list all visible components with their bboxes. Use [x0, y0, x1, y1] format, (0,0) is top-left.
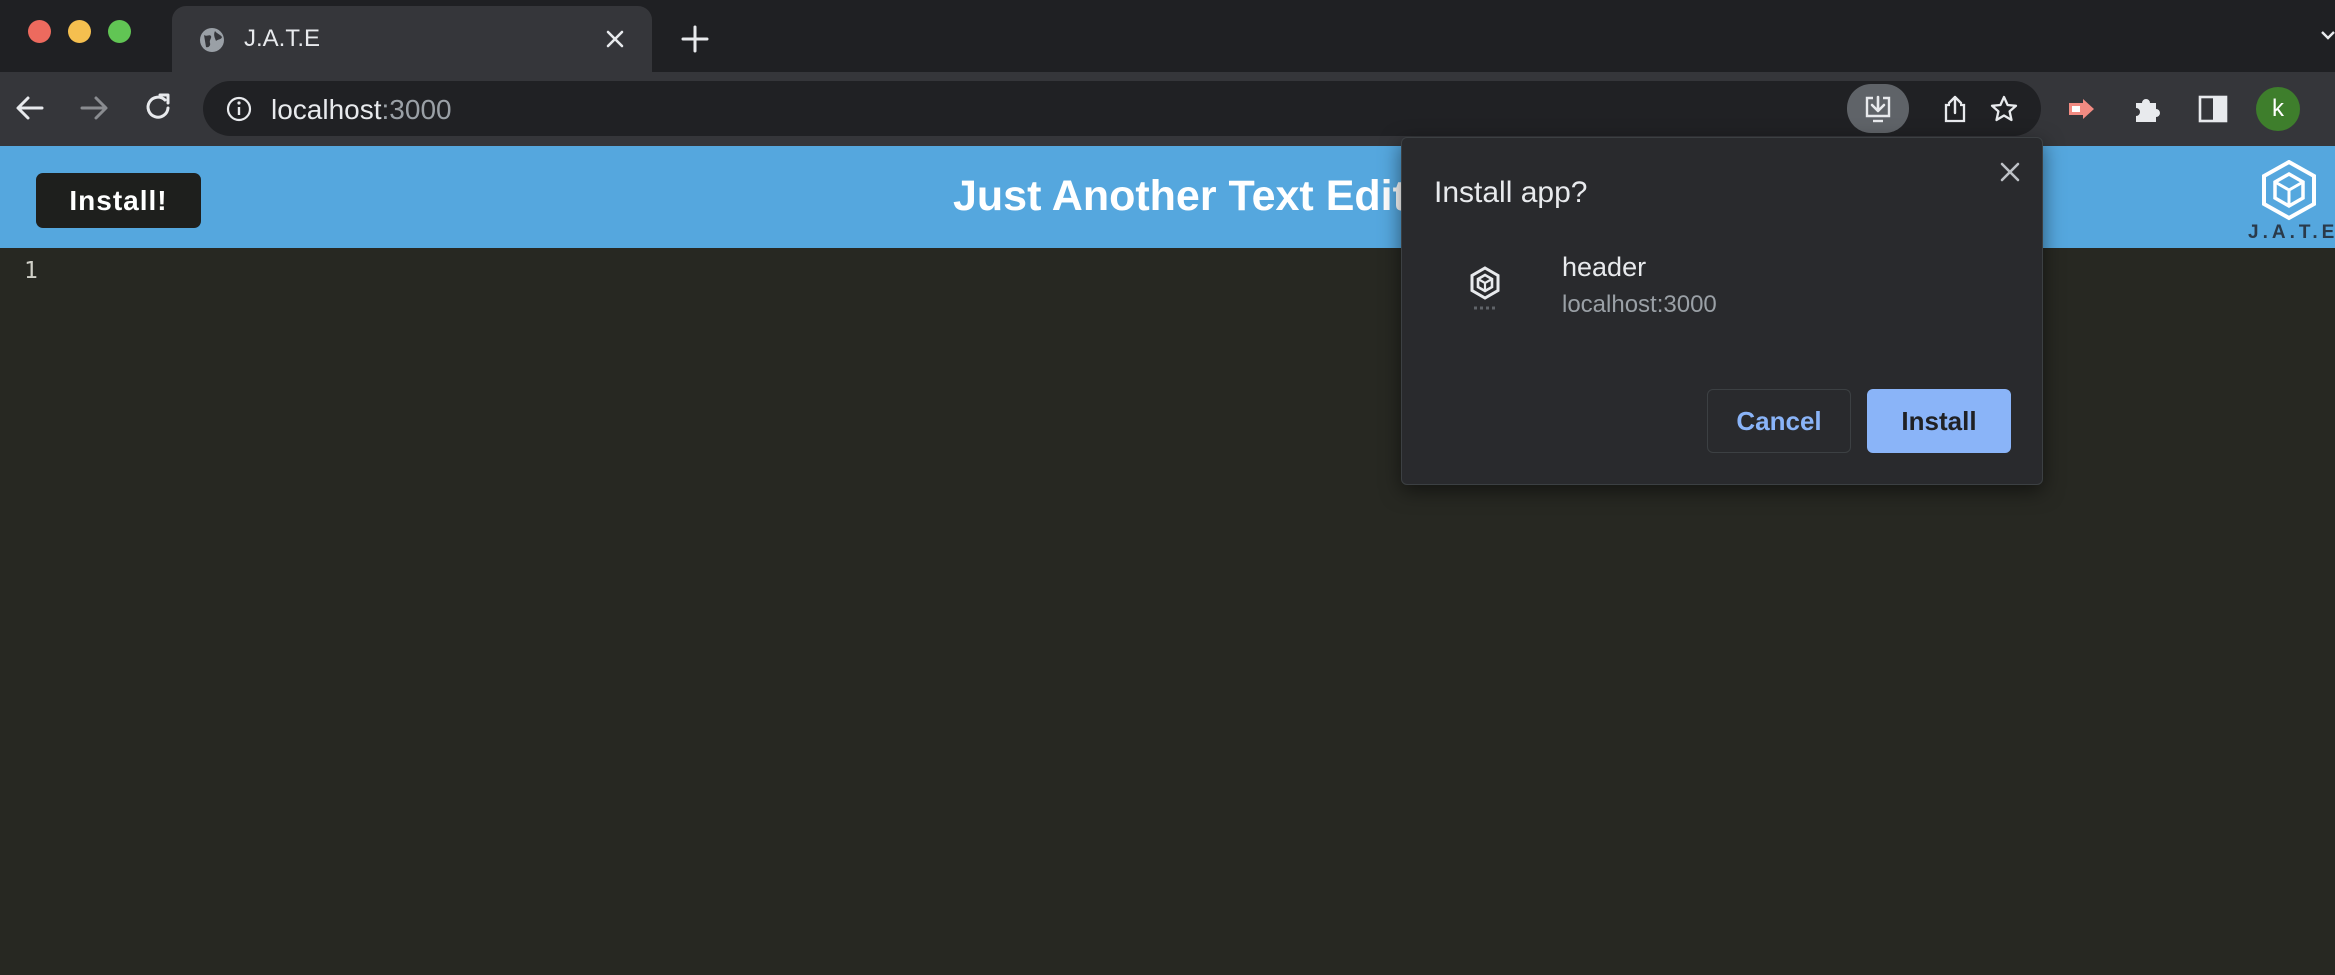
browser-toolbar: localhost:3000 k	[0, 72, 2335, 146]
chevron-down-icon[interactable]	[2320, 28, 2335, 43]
star-icon[interactable]	[1989, 94, 2019, 124]
reload-icon[interactable]	[140, 90, 176, 126]
globe-icon	[200, 28, 224, 52]
cancel-button[interactable]: Cancel	[1707, 389, 1851, 453]
app-icon	[1470, 266, 1500, 310]
tab-close-icon[interactable]	[604, 28, 626, 50]
url-text[interactable]: localhost:3000	[271, 94, 452, 126]
app-origin: localhost:3000	[1562, 291, 1717, 318]
new-tab-icon[interactable]	[680, 24, 710, 54]
close-icon[interactable]	[1998, 160, 2022, 184]
extension-icon[interactable]	[2066, 92, 2100, 126]
info-icon[interactable]	[225, 95, 253, 123]
line-number: 1	[24, 258, 38, 284]
app-name: header	[1562, 252, 1647, 282]
install-button[interactable]: Install	[1867, 389, 2011, 453]
profile-avatar[interactable]: k	[2256, 87, 2300, 131]
forward-arrow-icon[interactable]	[76, 90, 112, 126]
install-app-dialog: Install app? header localhost:3000 Cance…	[1401, 137, 2043, 485]
back-arrow-icon[interactable]	[12, 90, 48, 126]
close-window-button[interactable]	[28, 20, 51, 43]
install-app-icon	[1865, 95, 1891, 123]
side-panel-icon[interactable]	[2196, 92, 2230, 126]
page-title: Just Another Text Editor	[953, 172, 1450, 220]
url-port: :3000	[381, 94, 452, 125]
tab-strip: J.A.T.E	[0, 0, 2335, 72]
minimize-window-button[interactable]	[68, 20, 91, 43]
install-app-button[interactable]	[1847, 84, 1909, 133]
puzzle-icon[interactable]	[2131, 92, 2165, 126]
browser-tab[interactable]: J.A.T.E	[172, 6, 652, 72]
dialog-title: Install app?	[1434, 176, 1588, 209]
page-install-button[interactable]: Install!	[36, 173, 201, 228]
logo-text: J.A.T.E	[2248, 222, 2335, 243]
address-bar[interactable]: localhost:3000	[203, 81, 2041, 136]
tab-title: J.A.T.E	[244, 25, 321, 52]
share-icon[interactable]	[1940, 94, 1970, 124]
url-host: localhost	[271, 94, 382, 125]
maximize-window-button[interactable]	[108, 20, 131, 43]
